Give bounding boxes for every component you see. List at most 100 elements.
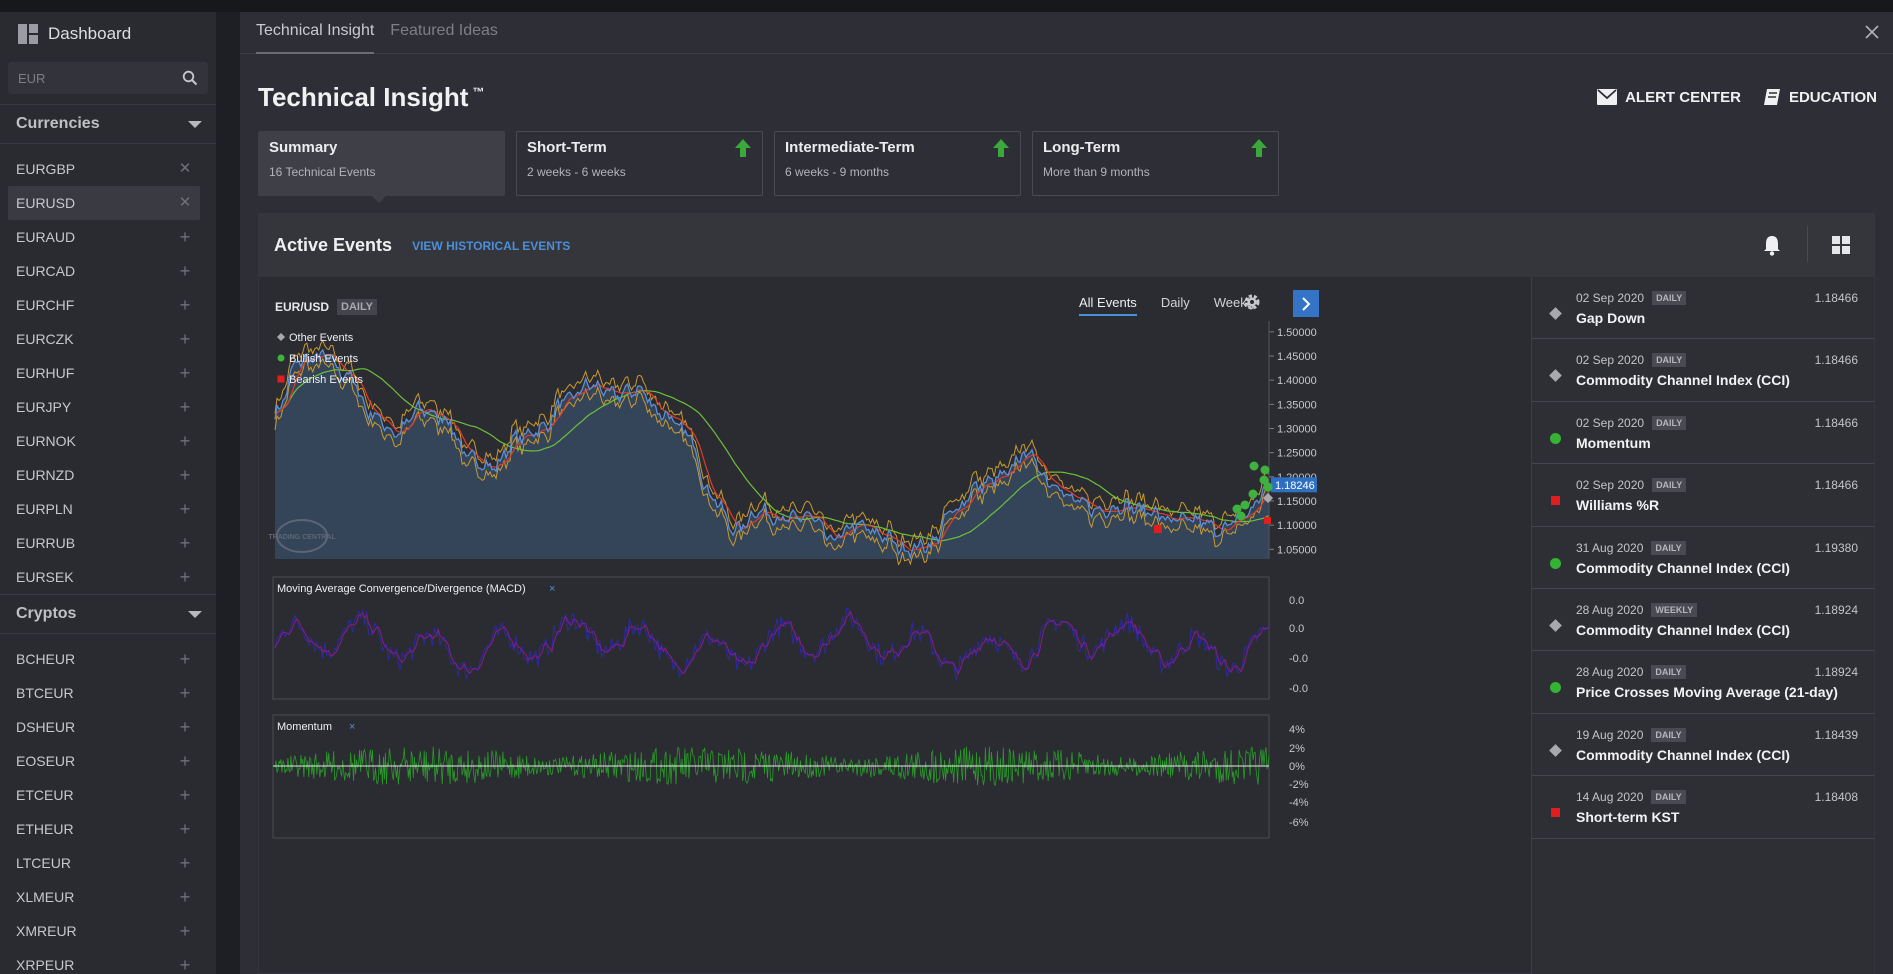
add-icon[interactable]: +	[178, 888, 192, 906]
add-icon[interactable]: +	[178, 364, 192, 382]
add-icon[interactable]: +	[178, 752, 192, 770]
tab-technical-insight[interactable]: Technical Insight	[256, 12, 375, 54]
add-icon[interactable]: +	[178, 922, 192, 940]
search-icon[interactable]	[182, 70, 198, 86]
sidebar-item-xmreur[interactable]: XMREUR +	[8, 914, 200, 948]
sidebar-item-euraud[interactable]: EURAUD +	[8, 220, 200, 254]
add-icon[interactable]: +	[178, 262, 192, 280]
add-icon[interactable]: +	[178, 398, 192, 416]
sidebar-item-xlmeur[interactable]: XLMEUR +	[8, 880, 200, 914]
add-icon[interactable]: +	[178, 296, 192, 314]
momentum-tick-label: 0%	[1289, 761, 1305, 773]
caret-down-icon[interactable]	[188, 120, 202, 128]
section-title: Cryptos	[16, 605, 77, 622]
add-icon[interactable]: +	[178, 650, 192, 668]
sidebar-item-etheur[interactable]: ETHEUR +	[8, 812, 200, 846]
list-item[interactable]: 02 Sep 2020 DAILY Momentum 1.18466	[1532, 402, 1874, 465]
sidebar-item-etceur[interactable]: ETCEUR +	[8, 778, 200, 812]
card-intermediate-term[interactable]: Intermediate-Term 6 weeks - 9 months	[774, 131, 1021, 196]
sidebar-item-eurusd[interactable]: EURUSD ✕	[8, 186, 200, 220]
dashboard-link[interactable]: Dashboard	[0, 12, 216, 56]
list-item[interactable]: 31 Aug 2020 DAILY Commodity Channel Index …	[1532, 527, 1874, 589]
envelope-icon	[1597, 89, 1618, 105]
sidebar-sections: Currencies EURGBP ✕ EURUSD ✕ EURAUD + EURCAD + EU…	[0, 104, 216, 974]
sidebar-item-eurpln[interactable]: EURPLN +	[8, 492, 200, 526]
sidebar-item-eurnok[interactable]: EURNOK +	[8, 424, 200, 458]
card-short-term[interactable]: Short-Term 2 weeks - 6 weeks	[516, 131, 763, 196]
list-item[interactable]: 28 Aug 2020 WEEKLY Commodity Channel Index…	[1532, 589, 1874, 652]
expand-event-list-button[interactable]	[1293, 290, 1319, 317]
bullish-event-marker	[1263, 482, 1273, 492]
green-dot-icon	[1550, 682, 1561, 694]
sidebar-item-dsheur[interactable]: DSHEUR +	[8, 710, 200, 744]
list-item[interactable]: 02 Sep 2020 DAILY Commodity Channel Index …	[1532, 339, 1874, 402]
price-chart[interactable]: 1.50000 1.45000 1.40000 1.35000 1.30000 1.250…	[259, 277, 1531, 974]
sidebar-item-eurczk[interactable]: EURCZK +	[8, 322, 200, 356]
search-input[interactable]: EUR	[18, 71, 45, 86]
add-icon[interactable]: +	[178, 330, 192, 348]
bearish-event-marker	[1154, 525, 1162, 533]
remove-icon[interactable]: ✕	[178, 195, 192, 210]
watermark-text: TRADING CENTRAL	[268, 534, 336, 541]
sidebar-item-btceur[interactable]: BTCEUR +	[8, 676, 200, 710]
tab-featured-ideas[interactable]: Featured Ideas	[390, 12, 498, 54]
education-button[interactable]: EDUCATION	[1763, 88, 1877, 106]
main-panel: Technical Insight Featured Ideas Technic…	[240, 12, 1893, 974]
filter-all-events[interactable]: All Events	[1079, 295, 1137, 316]
event-date: 28 Aug 2020 DAILY	[1576, 665, 1686, 680]
price-area	[275, 350, 1269, 559]
sidebar-item-eurrub[interactable]: EURRUB +	[8, 526, 200, 560]
event-name: Commodity Channel Index (CCI)	[1576, 559, 1790, 576]
add-icon[interactable]: +	[178, 466, 192, 484]
caret-down-icon[interactable]	[188, 610, 202, 618]
list-item[interactable]: 02 Sep 2020 DAILY Williams %R 1.18466	[1532, 464, 1874, 527]
sidebar-item-ltceur[interactable]: LTCEUR +	[8, 846, 200, 880]
section-header-cryptos[interactable]: Cryptos	[0, 594, 216, 634]
sidebar-item-eurchf[interactable]: EURCHF +	[8, 288, 200, 322]
macd-tick-label: 0.0	[1289, 623, 1304, 635]
sidebar-item-eurgbp[interactable]: EURGBP ✕	[8, 152, 200, 186]
sidebar-item-eurhuf[interactable]: EURHUF +	[8, 356, 200, 390]
card-title: Short-Term	[527, 139, 607, 156]
add-icon[interactable]: +	[178, 228, 192, 246]
filter-daily[interactable]: Daily	[1161, 295, 1190, 316]
legend-marker-bullish	[277, 354, 285, 362]
sidebar-item-xrpeur[interactable]: XRPEUR +	[8, 948, 200, 974]
add-icon[interactable]: +	[178, 854, 192, 872]
sidebar-item-eursek[interactable]: EURSEK +	[8, 560, 200, 594]
sidebar-item-eurcad[interactable]: EURCAD +	[8, 254, 200, 288]
add-icon[interactable]: +	[178, 820, 192, 838]
add-icon[interactable]: +	[178, 786, 192, 804]
close-icon[interactable]	[1861, 21, 1883, 43]
card-summary[interactable]: Summary 16 Technical Events	[258, 131, 505, 203]
add-icon[interactable]: +	[178, 432, 192, 450]
card-long-term[interactable]: Long-Term More than 9 months	[1032, 131, 1279, 196]
list-item[interactable]: 28 Aug 2020 DAILY Price Crosses Moving Ave…	[1532, 651, 1874, 714]
remove-icon[interactable]: ✕	[178, 161, 192, 176]
alert-center-button[interactable]: ALERT CENTER	[1597, 89, 1741, 106]
sidebar-item-eurjpy[interactable]: EURJPY +	[8, 390, 200, 424]
interval-badge: DAILY	[337, 299, 378, 315]
bell-icon[interactable]	[1762, 234, 1782, 256]
sidebar-item-eoseur[interactable]: EOSEUR +	[8, 744, 200, 778]
add-icon[interactable]: +	[178, 956, 192, 974]
add-icon[interactable]: +	[178, 684, 192, 702]
list-item[interactable]: 02 Sep 2020 DAILY Gap Down 1.18466	[1532, 277, 1874, 340]
add-icon[interactable]: +	[178, 568, 192, 586]
section-header-currencies[interactable]: Currencies	[0, 104, 216, 144]
list-item[interactable]: 19 Aug 2020 DAILY Commodity Channel Index …	[1532, 714, 1874, 777]
sidebar-item-eurnzd[interactable]: EURNZD +	[8, 458, 200, 492]
list-item[interactable]: 14 Aug 2020 DAILY Short-term KST 1.18408	[1532, 776, 1874, 839]
search-box[interactable]: EUR	[8, 62, 208, 94]
sidebar-item-bcheur[interactable]: BCHEUR +	[8, 642, 200, 676]
macd-tick-label: -0.0	[1289, 683, 1308, 695]
card-title: Long-Term	[1043, 139, 1121, 156]
view-historical-events-link[interactable]: VIEW HISTORICAL EVENTS	[412, 239, 570, 253]
grid-view-icon[interactable]	[1832, 236, 1850, 254]
add-icon[interactable]: +	[178, 534, 192, 552]
gear-icon[interactable]	[1243, 293, 1261, 311]
legend-marker-other	[277, 333, 285, 341]
add-icon[interactable]: +	[178, 718, 192, 736]
active-events-header: Active Events VIEW HISTORICAL EVENTS	[259, 214, 1874, 277]
add-icon[interactable]: +	[178, 500, 192, 518]
